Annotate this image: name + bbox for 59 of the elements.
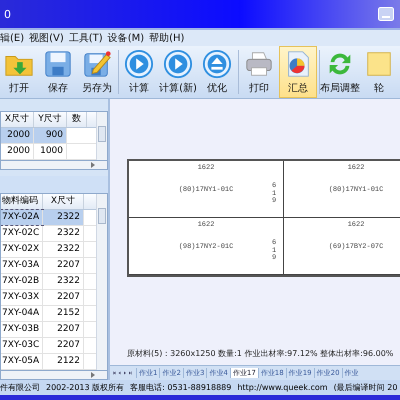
table-cell: 7XY-03X (1, 290, 43, 306)
scroll-right-icon[interactable] (91, 372, 95, 378)
play-icon (163, 49, 193, 79)
tab-navigation-icon[interactable] (113, 371, 133, 375)
table-cell: 7XY-03A (1, 258, 43, 274)
table-cell: 2322 (43, 242, 84, 258)
column-header[interactable]: X尺寸 (1, 112, 34, 127)
toolbar-button[interactable]: 计算(新) (159, 46, 197, 98)
toolbar-button[interactable]: 打开 (0, 46, 38, 98)
column-header[interactable]: Y尺寸 (34, 112, 67, 127)
scroll-right-icon[interactable] (91, 162, 95, 168)
table-cell: 7XY-02X (1, 242, 43, 258)
window-title: 0 (4, 8, 11, 20)
toolbar-button[interactable]: 轮 (360, 46, 398, 98)
table-cell: 7XY-02B (1, 274, 43, 290)
menu-item[interactable]: 设备(M) (108, 31, 144, 45)
column-header[interactable]: 数 (67, 112, 87, 127)
vertical-scrollbar[interactable] (96, 194, 107, 370)
table-cell: 2207 (43, 258, 84, 274)
toolbar-button[interactable]: 布局调整 (321, 46, 359, 98)
table-cell: 7XY-03B (1, 322, 43, 338)
table-cell: 2322 (43, 226, 84, 242)
menu-item[interactable]: 帮助(H) (149, 31, 184, 45)
table-cell: 1000 (34, 144, 67, 159)
toolbar-button[interactable]: 保存 (39, 46, 77, 98)
summary-text: 原材料(5) : 3260x1250 数量:1 作业出材率:97.12% 整体出材率:96.00% (127, 348, 394, 359)
status-text: http://www.queek.com (237, 383, 328, 392)
toolbar-button[interactable]: 计算 (120, 46, 158, 98)
status-text: 件有限公司 (0, 382, 40, 393)
table-cell: 2207 (43, 338, 84, 354)
play-icon (124, 49, 154, 79)
toolbar-button[interactable]: 打印 (240, 46, 278, 98)
vertical-scrollbar[interactable] (96, 112, 107, 160)
status-text: (最后编译时间 20 (334, 382, 398, 393)
toolbar-button[interactable]: 优化 (198, 46, 236, 98)
table-cell: 900 (34, 128, 67, 143)
menu-item[interactable]: 视图(V) (29, 31, 64, 45)
table-cell: 2000 (1, 144, 34, 159)
table-cell: 7XY-03C (1, 338, 43, 354)
table-cell: 7XY-02A (1, 210, 43, 226)
table-cell: 7XY-05A (1, 354, 43, 370)
table-cell: 2000 (1, 128, 34, 143)
menu-item[interactable]: 辑(E) (0, 31, 24, 45)
table-cell: 2207 (43, 290, 84, 306)
table-cell: 7XY-04A (1, 306, 43, 322)
table-cell: 2322 (43, 210, 84, 226)
table-cell: 2122 (43, 354, 84, 370)
table-cell: 2207 (43, 322, 84, 338)
menu-item[interactable]: 工具(T) (68, 31, 103, 45)
floppy-pencil-icon (82, 49, 112, 79)
table-cell: 2152 (43, 306, 84, 322)
toolbar-button[interactable]: 另存为 (78, 46, 116, 98)
status-text: 客服电话: 0531-88918889 (130, 382, 232, 393)
table-cell: 2322 (43, 274, 84, 290)
minimize-button[interactable] (378, 7, 394, 21)
status-text: 2002-2013 版权所有 (46, 382, 124, 393)
toolbar-button[interactable]: 汇总 (279, 46, 317, 98)
table-cell: 7XY-02C (1, 226, 43, 242)
eject-icon (202, 49, 232, 79)
